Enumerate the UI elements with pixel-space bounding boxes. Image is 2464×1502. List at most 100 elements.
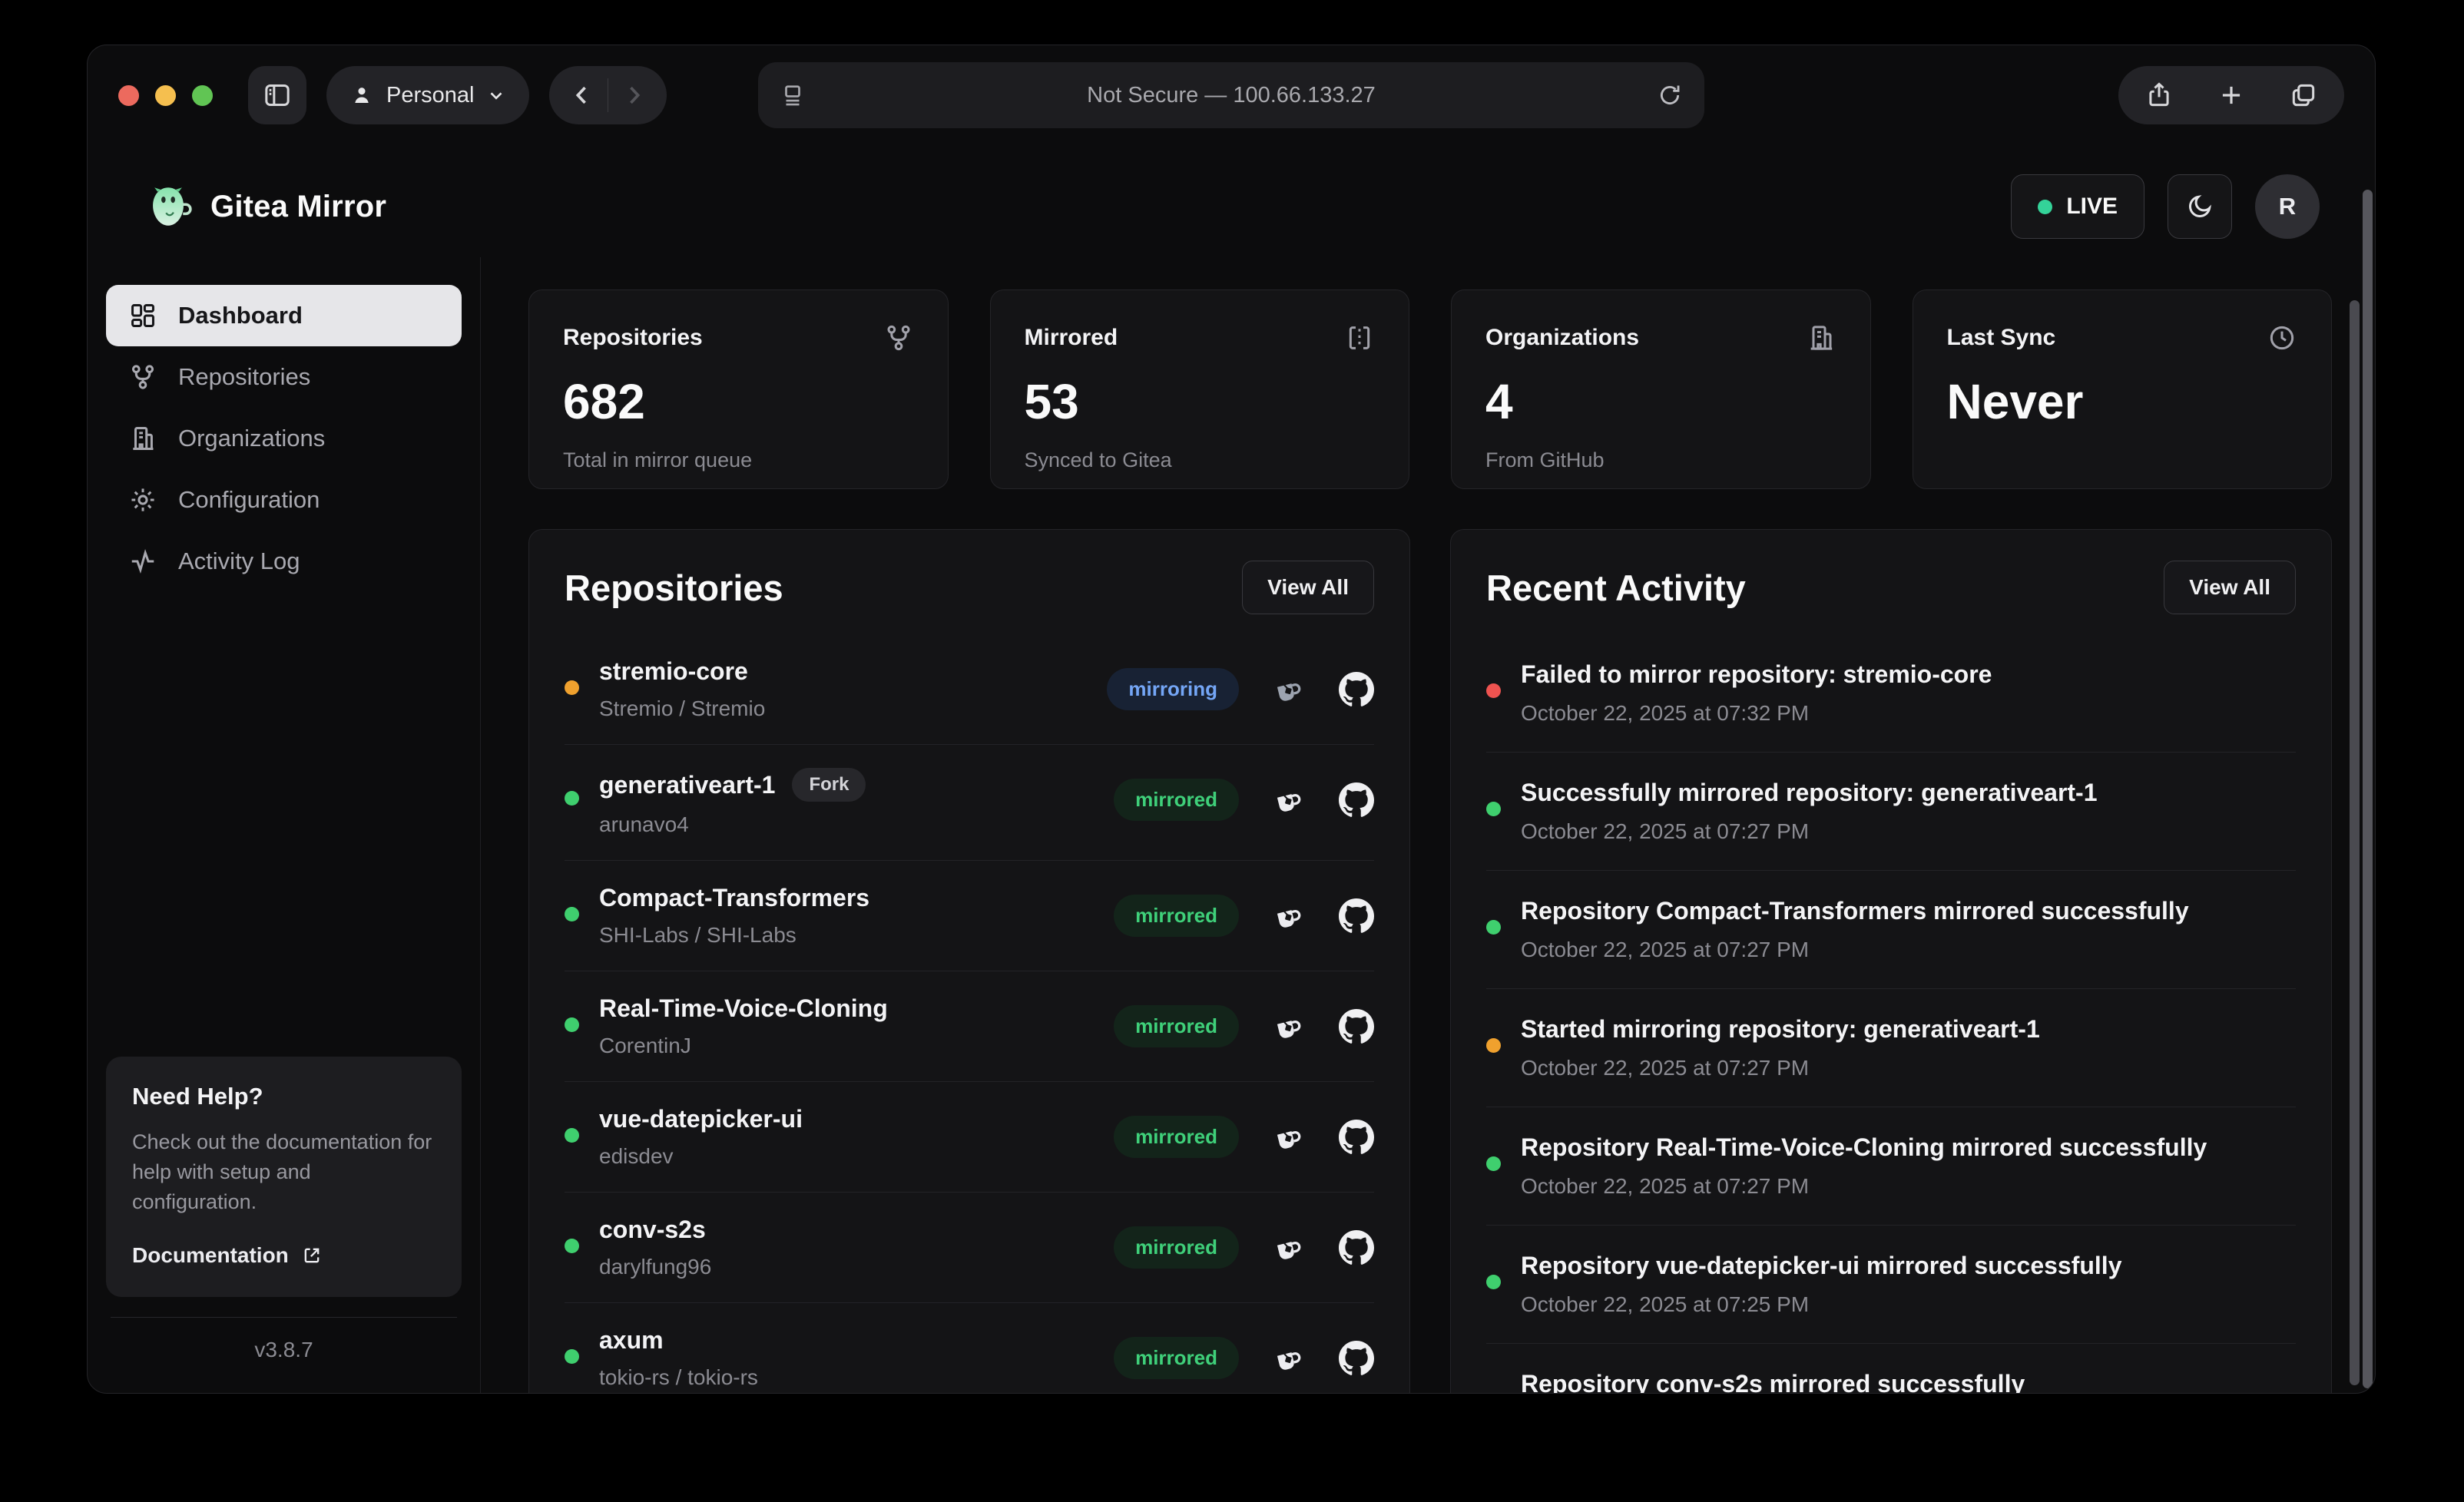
share-icon[interactable] bbox=[2144, 81, 2174, 110]
profile-label: Personal bbox=[386, 83, 474, 108]
repo-row[interactable]: generativeart-1 Fork arunavo4 mirrored bbox=[565, 744, 1374, 860]
theme-toggle-button[interactable] bbox=[2168, 174, 2232, 239]
sidebar-item-dashboard[interactable]: Dashboard bbox=[106, 285, 462, 346]
status-dot bbox=[1486, 802, 1501, 816]
sidebar-item-repositories[interactable]: Repositories bbox=[106, 346, 462, 408]
sidebar-footer: Need Help? Check out the documentation f… bbox=[106, 1057, 462, 1362]
activity-item: Successfully mirrored repository: genera… bbox=[1486, 752, 2296, 870]
github-icon[interactable] bbox=[1339, 1009, 1374, 1044]
status-dot bbox=[565, 680, 579, 695]
back-button[interactable] bbox=[557, 70, 608, 121]
live-status-badge[interactable]: LIVE bbox=[2011, 174, 2144, 239]
gitea-icon[interactable] bbox=[1271, 1230, 1307, 1265]
stat-value: 53 bbox=[1025, 373, 1376, 430]
repo-row[interactable]: conv-s2s darylfung96 mirrored bbox=[565, 1192, 1374, 1302]
gitea-icon[interactable] bbox=[1271, 672, 1307, 707]
github-icon[interactable] bbox=[1339, 898, 1374, 934]
repo-owner: edisdev bbox=[599, 1144, 803, 1169]
github-icon[interactable] bbox=[1339, 782, 1374, 818]
status-badge: mirrored bbox=[1114, 779, 1239, 821]
git-fork-icon bbox=[883, 323, 914, 353]
sidebar-item-activity-log[interactable]: Activity Log bbox=[106, 531, 462, 592]
gitea-icon[interactable] bbox=[1271, 1009, 1307, 1044]
gitea-icon[interactable] bbox=[1271, 782, 1307, 818]
stat-label: Repositories bbox=[563, 325, 703, 351]
status-dot bbox=[1486, 1156, 1501, 1171]
building-icon bbox=[1806, 323, 1836, 353]
window-scrollbar[interactable] bbox=[2363, 190, 2373, 1388]
github-icon[interactable] bbox=[1339, 672, 1374, 707]
repo-row[interactable]: Real-Time-Voice-Cloning CorentinJ mirror… bbox=[565, 971, 1374, 1081]
help-title: Need Help? bbox=[132, 1083, 436, 1110]
stat-label: Organizations bbox=[1485, 325, 1639, 351]
repo-owner: CorentinJ bbox=[599, 1034, 888, 1058]
status-badge: mirrored bbox=[1114, 1226, 1239, 1269]
person-icon bbox=[349, 83, 374, 108]
sidebar-item-organizations[interactable]: Organizations bbox=[106, 408, 462, 469]
gear-icon bbox=[128, 485, 158, 515]
activity-item: Repository conv-s2s mirrored successfull… bbox=[1486, 1343, 2296, 1393]
gitea-icon[interactable] bbox=[1271, 1341, 1307, 1376]
activity-title: Failed to mirror repository: stremio-cor… bbox=[1521, 660, 1992, 689]
stat-card-last-sync: Last Sync Never bbox=[1913, 289, 2333, 489]
repo-row[interactable]: vue-datepicker-ui edisdev mirrored bbox=[565, 1081, 1374, 1192]
repo-name: axum bbox=[599, 1326, 664, 1355]
mirror-icon bbox=[1344, 323, 1375, 353]
header-actions: LIVE R bbox=[2011, 174, 2320, 239]
content-area: Repositories 682 Total in mirror queue M… bbox=[481, 257, 2375, 1393]
status-dot bbox=[565, 1239, 579, 1253]
activity-view-all-button[interactable]: View All bbox=[2164, 561, 2296, 614]
documentation-link[interactable]: Documentation bbox=[132, 1243, 323, 1268]
repo-name: Compact-Transformers bbox=[599, 884, 869, 912]
toolbar-right-group bbox=[2118, 66, 2344, 124]
sidebar-icon bbox=[262, 80, 293, 111]
repo-row[interactable]: stremio-core Stremio / Stremio mirroring bbox=[565, 634, 1374, 744]
repo-row[interactable]: axum tokio-rs / tokio-rs mirrored bbox=[565, 1302, 1374, 1393]
profile-switcher[interactable]: Personal bbox=[326, 66, 529, 124]
main-layout: Dashboard Repositories Organizations Con… bbox=[88, 257, 2375, 1393]
sidebar-toggle-button[interactable] bbox=[248, 66, 306, 124]
stat-card-repositories: Repositories 682 Total in mirror queue bbox=[528, 289, 949, 489]
dashboard-icon bbox=[128, 300, 158, 331]
forward-button[interactable] bbox=[608, 70, 659, 121]
recent-activity-panel: Recent Activity View All Failed to mirro… bbox=[1450, 529, 2332, 1393]
page-scrollbar[interactable] bbox=[2350, 300, 2360, 1385]
repo-row[interactable]: Compact-Transformers SHI-Labs / SHI-Labs… bbox=[565, 860, 1374, 971]
tab-overview-icon[interactable] bbox=[2289, 81, 2318, 110]
close-window-button[interactable] bbox=[118, 85, 139, 106]
stat-subtitle: From GitHub bbox=[1485, 448, 1836, 472]
stat-value: 682 bbox=[563, 373, 914, 430]
live-label: LIVE bbox=[2066, 194, 2118, 220]
zoom-window-button[interactable] bbox=[192, 85, 213, 106]
address-bar[interactable]: Not Secure — 100.66.133.27 bbox=[758, 62, 1704, 128]
stat-card-organizations: Organizations 4 From GitHub bbox=[1451, 289, 1871, 489]
gitea-icon[interactable] bbox=[1271, 1120, 1307, 1155]
github-icon[interactable] bbox=[1339, 1120, 1374, 1155]
history-nav bbox=[549, 66, 667, 124]
repo-name: Real-Time-Voice-Cloning bbox=[599, 994, 888, 1023]
repositories-view-all-button[interactable]: View All bbox=[1242, 561, 1374, 614]
status-dot bbox=[1486, 683, 1501, 698]
stat-subtitle: Total in mirror queue bbox=[563, 448, 914, 472]
sidebar-item-configuration[interactable]: Configuration bbox=[106, 469, 462, 531]
stats-row: Repositories 682 Total in mirror queue M… bbox=[528, 289, 2332, 489]
activity-title: Started mirroring repository: generative… bbox=[1521, 1015, 2040, 1044]
activity-timestamp: October 22, 2025 at 07:25 PM bbox=[1521, 1292, 2121, 1317]
gitea-icon[interactable] bbox=[1271, 898, 1307, 934]
minimize-window-button[interactable] bbox=[155, 85, 176, 106]
building-icon bbox=[128, 423, 158, 454]
stat-label: Mirrored bbox=[1025, 325, 1118, 351]
github-icon[interactable] bbox=[1339, 1341, 1374, 1376]
user-avatar[interactable]: R bbox=[2255, 174, 2320, 239]
clock-icon bbox=[2267, 323, 2297, 353]
status-badge: mirrored bbox=[1114, 895, 1239, 937]
traffic-lights bbox=[118, 85, 213, 106]
activity-timestamp: October 22, 2025 at 07:27 PM bbox=[1521, 819, 2098, 844]
panel-title: Recent Activity bbox=[1486, 567, 1746, 609]
repo-owner: SHI-Labs / SHI-Labs bbox=[599, 923, 869, 948]
activity-title: Repository Compact-Transformers mirrored… bbox=[1521, 897, 2189, 925]
new-tab-icon[interactable] bbox=[2217, 81, 2246, 110]
github-icon[interactable] bbox=[1339, 1230, 1374, 1265]
browser-toolbar: Personal Not Secure — 100.66.133.27 bbox=[88, 45, 2375, 145]
repo-name: vue-datepicker-ui bbox=[599, 1105, 803, 1133]
